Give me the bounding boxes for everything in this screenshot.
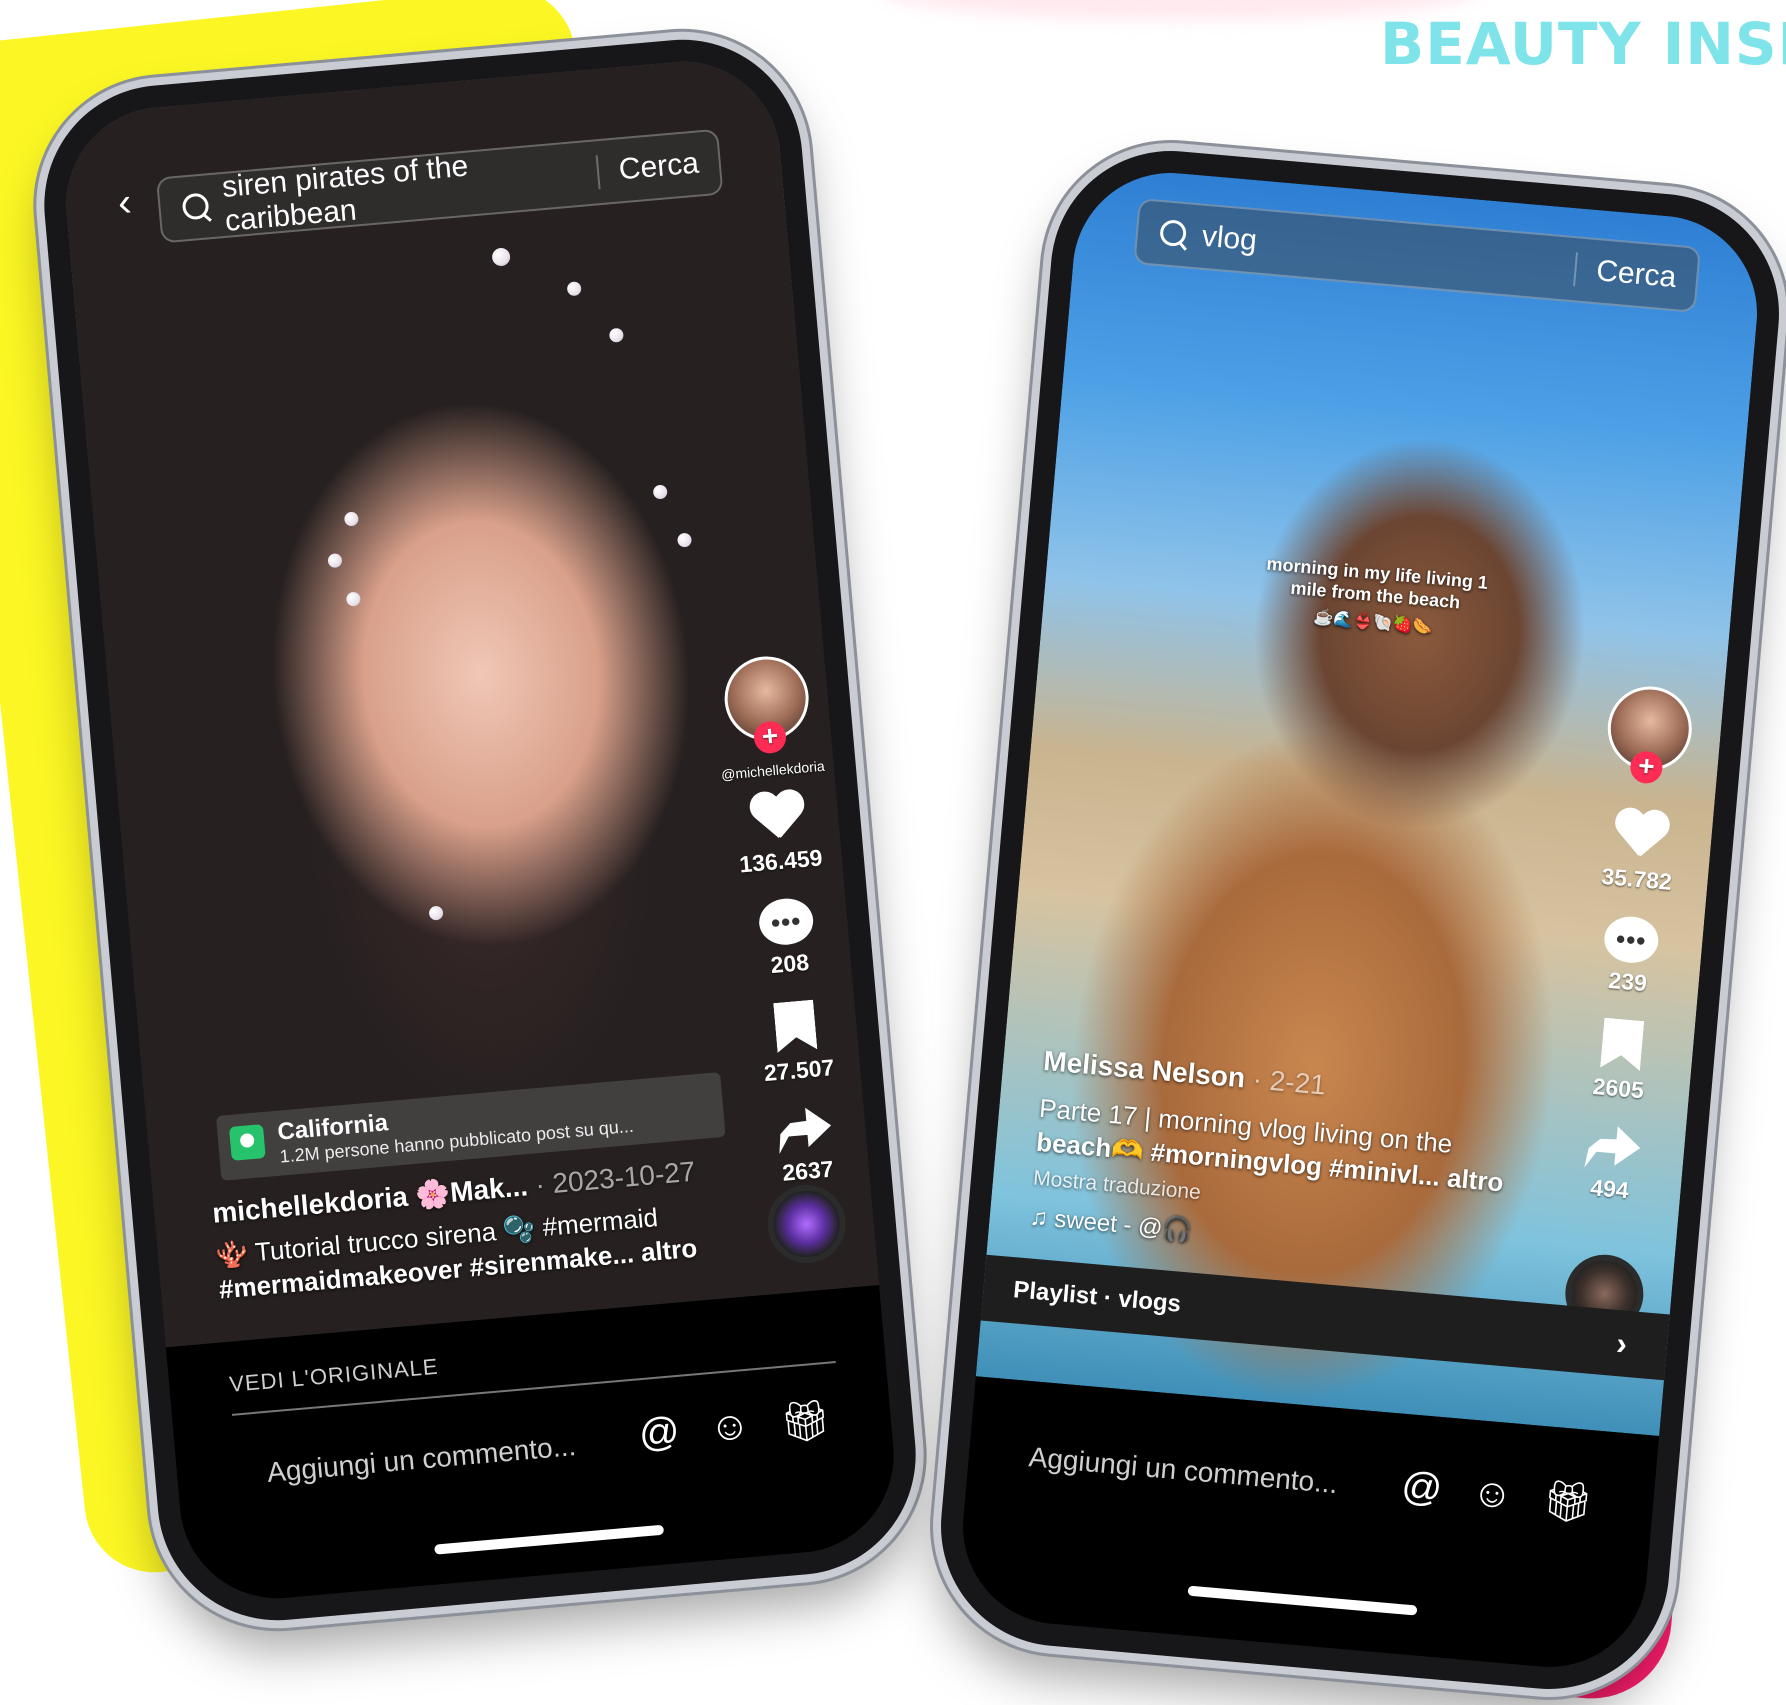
comment-count: 208 (769, 948, 811, 979)
search-icon (181, 192, 210, 222)
comment-input[interactable]: Aggiungi un commento... (1028, 1441, 1339, 1500)
bookmark-icon[interactable] (1600, 1018, 1644, 1071)
at-icon[interactable]: @ (1399, 1464, 1444, 1514)
at-icon[interactable]: @ (637, 1409, 682, 1459)
post-date: · 2-21 (1251, 1063, 1328, 1101)
screen-left: ‹ siren pirates of the caribbean Cerca +… (58, 53, 902, 1607)
creator-handle[interactable]: @michellekdoria (721, 758, 826, 783)
emoji-icon[interactable]: ☺ (707, 1403, 752, 1453)
share-count: 2637 (781, 1155, 835, 1186)
headline: BEAUTY INSP (1380, 10, 1786, 78)
screen-right: morning in my life living 1 mile from th… (954, 164, 1766, 1676)
bookmark-icon[interactable] (773, 1000, 817, 1053)
search-button[interactable]: Cerca (595, 144, 721, 190)
chevron-right-icon: › (1614, 1324, 1629, 1362)
home-indicator[interactable] (1187, 1585, 1418, 1616)
pearl (345, 591, 361, 607)
location-pin-icon (228, 1124, 266, 1161)
save-count: 2605 (1591, 1072, 1645, 1104)
comment-icons: @ ☺ 🎁︎ (637, 1396, 833, 1460)
pearl (327, 553, 343, 569)
like-count: 35.782 (1600, 862, 1673, 895)
creator-avatar[interactable]: + (721, 653, 813, 755)
pearl (676, 532, 693, 548)
pearl (566, 281, 582, 297)
share-icon[interactable] (776, 1106, 834, 1155)
phone-left: ‹ siren pirates of the caribbean Cerca +… (34, 29, 926, 1631)
pearl (652, 484, 668, 500)
home-indicator[interactable] (434, 1524, 665, 1555)
heart-icon[interactable] (1610, 808, 1670, 863)
comment-icon[interactable]: ••• (1602, 914, 1661, 965)
comment-icons: @ ☺ 🎁︎ (1399, 1464, 1595, 1528)
follow-button[interactable]: + (752, 720, 788, 755)
comment-input[interactable]: Aggiungi un commento... (266, 1430, 577, 1489)
pearl (491, 247, 511, 267)
gift-icon[interactable]: 🎁︎ (1540, 1476, 1595, 1527)
share-count: 494 (1589, 1174, 1630, 1204)
pearl (343, 511, 359, 527)
search-icon (1159, 219, 1189, 249)
share-icon[interactable] (1584, 1124, 1642, 1173)
emoji-icon[interactable]: ☺ (1470, 1470, 1515, 1520)
save-count: 27.507 (762, 1054, 836, 1087)
heart-icon[interactable] (747, 790, 807, 845)
like-count: 136.459 (738, 844, 824, 878)
playlist-label: Playlist · vlogs (1012, 1276, 1183, 1318)
follow-button[interactable]: + (1629, 750, 1664, 785)
gift-icon[interactable]: 🎁︎ (778, 1396, 833, 1447)
pearl (608, 327, 624, 343)
creator-avatar[interactable]: + (1604, 683, 1696, 785)
phone-right: morning in my life living 1 mile from th… (931, 141, 1786, 1699)
search-button[interactable]: Cerca (1573, 252, 1698, 297)
search-query: vlog (1200, 219, 1259, 258)
comment-icon[interactable]: ••• (757, 896, 816, 947)
see-original-link[interactable]: VEDI L'ORIGINALE (228, 1354, 439, 1398)
comment-count: 239 (1607, 966, 1648, 997)
pearl (428, 905, 444, 921)
